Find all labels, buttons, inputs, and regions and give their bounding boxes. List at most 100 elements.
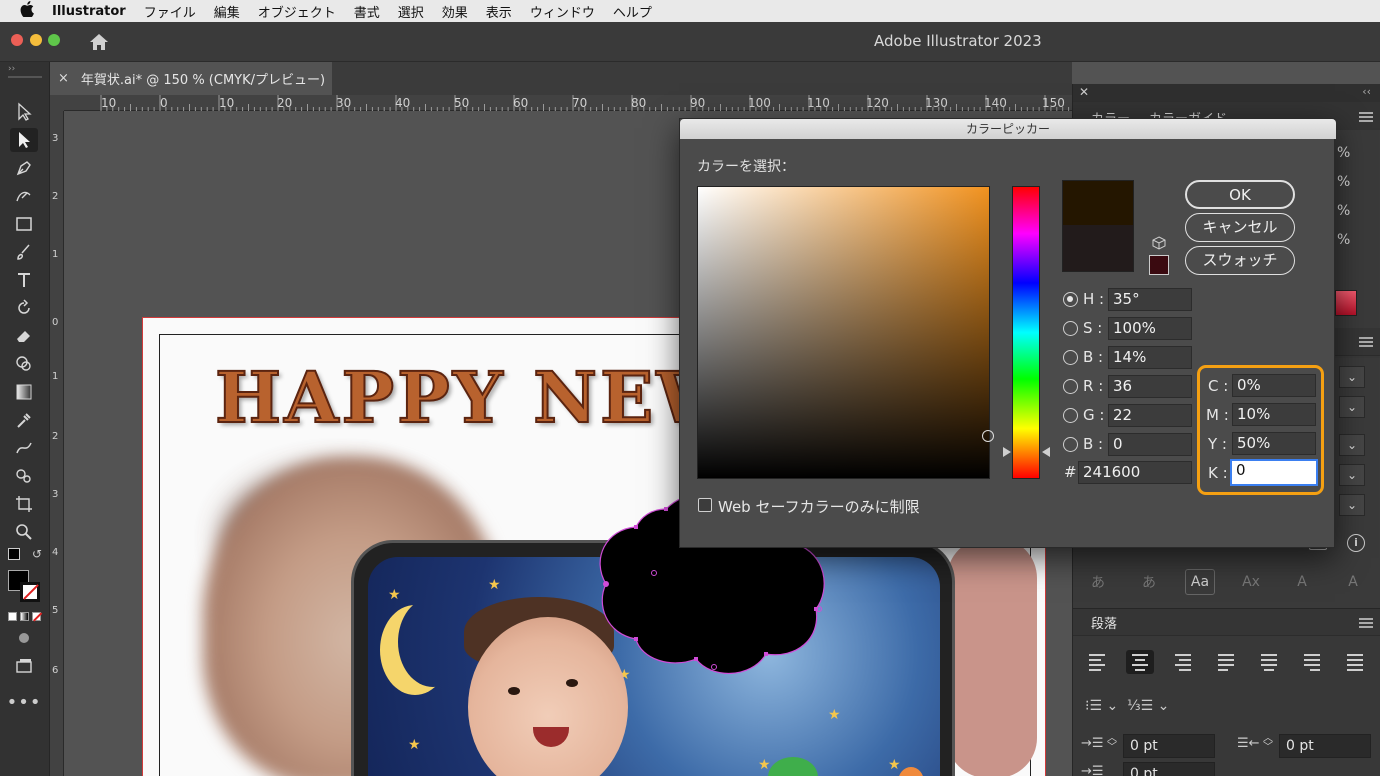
dropdown-chevron[interactable]: ⌄: [1339, 366, 1365, 388]
menu-object[interactable]: オブジェクト: [258, 2, 336, 21]
glyph-button[interactable]: あ: [1083, 569, 1113, 595]
magenta-field[interactable]: 10%: [1232, 403, 1316, 426]
eraser-tool-icon[interactable]: [10, 324, 38, 348]
menu-type[interactable]: 書式: [354, 2, 380, 21]
cyan-field[interactable]: 0%: [1232, 374, 1316, 397]
minimize-window-button[interactable]: [30, 34, 42, 46]
symbol-sprayer-tool-icon[interactable]: [10, 464, 38, 488]
right-indent-field[interactable]: 0 pt: [1279, 734, 1371, 758]
color-field-cursor[interactable]: [982, 430, 994, 442]
hue-radio[interactable]: [1063, 292, 1078, 307]
close-window-button[interactable]: [11, 34, 23, 46]
selection-tool-icon[interactable]: [10, 100, 38, 124]
paragraph-panel-header[interactable]: 段落: [1073, 608, 1380, 636]
original-color-preview[interactable]: [1062, 225, 1134, 272]
align-right-icon[interactable]: [1169, 650, 1197, 674]
toolbar-collapse-icon[interactable]: ››: [8, 64, 15, 74]
horizontal-ruler[interactable]: 10 0 10 20 30 40 50 60 70 80 90 100 110 …: [64, 95, 1072, 111]
curvature-tool-icon[interactable]: [10, 184, 38, 208]
artboard-tool-icon[interactable]: [10, 492, 38, 516]
menu-effect[interactable]: 効果: [442, 2, 468, 21]
pen-tool-icon[interactable]: [10, 156, 38, 180]
screen-mode-icon[interactable]: [10, 654, 38, 678]
document-tab[interactable]: × 年賀状.ai* @ 150 % (CMYK/プレビュー): [50, 62, 332, 95]
justify-right-icon[interactable]: [1298, 650, 1326, 674]
blue-radio[interactable]: [1063, 437, 1078, 452]
zoom-tool-icon[interactable]: [10, 520, 38, 544]
glyph-button[interactable]: A: [1338, 569, 1368, 595]
left-indent-field[interactable]: 0 pt: [1123, 734, 1215, 758]
saturation-radio[interactable]: [1063, 321, 1078, 336]
gamut-warning-swatch[interactable]: [1149, 255, 1169, 275]
align-center-icon[interactable]: [1126, 650, 1154, 674]
menu-help[interactable]: ヘルプ: [613, 2, 652, 21]
rectangle-tool-icon[interactable]: [10, 212, 38, 236]
glyph-button[interactable]: Aa: [1185, 569, 1215, 595]
yellow-field[interactable]: 50%: [1232, 432, 1316, 455]
red-radio[interactable]: [1063, 379, 1078, 394]
red-field[interactable]: 36: [1108, 375, 1192, 398]
hue-slider[interactable]: [1012, 186, 1040, 479]
close-tab-icon[interactable]: ×: [58, 71, 69, 86]
info-icon[interactable]: i: [1347, 534, 1365, 552]
hue-slider-handle-right[interactable]: [1042, 447, 1050, 457]
vertical-ruler[interactable]: 3 2 1 0 1 2 3 4 5 6: [50, 111, 64, 776]
first-line-indent-field[interactable]: 0 pt: [1123, 762, 1215, 776]
hue-field[interactable]: 35°: [1108, 288, 1192, 311]
blend-tool-icon[interactable]: [10, 436, 38, 460]
paintbrush-tool-icon[interactable]: [10, 240, 38, 264]
type-tool-icon[interactable]: [10, 268, 38, 292]
home-icon[interactable]: [88, 31, 110, 53]
numbered-list-icon[interactable]: ⅓☰ ⌄: [1127, 698, 1169, 714]
cancel-button[interactable]: キャンセル: [1185, 213, 1295, 242]
saturation-field[interactable]: 100%: [1108, 317, 1192, 340]
menu-window[interactable]: ウィンドウ: [530, 2, 595, 21]
toolbar-grip[interactable]: [8, 76, 42, 78]
color-mode-icon[interactable]: [8, 612, 17, 621]
glyph-button[interactable]: Ax: [1236, 569, 1266, 595]
panel-menu-icon[interactable]: [1359, 618, 1373, 628]
web-safe-checkbox[interactable]: [698, 498, 712, 512]
menu-app-name[interactable]: Illustrator: [52, 4, 126, 19]
color-swatch[interactable]: [1335, 290, 1357, 316]
panel-menu-icon[interactable]: [1359, 337, 1373, 347]
align-left-icon[interactable]: [1083, 650, 1111, 674]
dropdown-chevron[interactable]: ⌄: [1339, 434, 1365, 456]
black-field[interactable]: 0: [1230, 459, 1318, 486]
dropdown-chevron[interactable]: ⌄: [1339, 494, 1365, 516]
bullet-list-icon[interactable]: ⁝☰ ⌄: [1085, 698, 1118, 714]
brightness-field[interactable]: 14%: [1108, 346, 1192, 369]
menu-select[interactable]: 選択: [398, 2, 424, 21]
left-indent-stepper[interactable]: ︿ ﹀: [1107, 734, 1117, 753]
justify-all-icon[interactable]: [1341, 650, 1369, 674]
gradient-mode-icon[interactable]: [20, 612, 29, 621]
more-tools-icon[interactable]: •••: [7, 690, 41, 714]
dropdown-chevron[interactable]: ⌄: [1339, 464, 1365, 486]
hue-slider-handle-left[interactable]: [1003, 447, 1011, 457]
green-radio[interactable]: [1063, 408, 1078, 423]
ruler-origin[interactable]: [50, 95, 64, 111]
glyph-button[interactable]: A: [1287, 569, 1317, 595]
right-indent-stepper[interactable]: ︿ ﹀: [1263, 734, 1273, 753]
glyph-button[interactable]: あ: [1134, 569, 1164, 595]
justify-left-icon[interactable]: [1212, 650, 1240, 674]
close-dock-icon[interactable]: ✕: [1079, 85, 1089, 99]
gradient-tool-icon[interactable]: [10, 380, 38, 404]
zoom-window-button[interactable]: [48, 34, 60, 46]
direct-selection-tool-icon[interactable]: [10, 128, 38, 152]
headline-text[interactable]: HAPPY NEW: [214, 355, 738, 440]
menu-file[interactable]: ファイル: [144, 2, 196, 21]
justify-center-icon[interactable]: [1255, 650, 1283, 674]
collapse-dock-icon[interactable]: ‹‹: [1362, 85, 1371, 98]
panel-menu-icon[interactable]: [1359, 112, 1373, 122]
draw-mode-icon[interactable]: [10, 626, 38, 650]
default-colors-icon[interactable]: [8, 548, 20, 560]
green-field[interactable]: 22: [1108, 404, 1192, 427]
blue-field[interactable]: 0: [1108, 433, 1192, 456]
brightness-radio[interactable]: [1063, 350, 1078, 365]
dropdown-chevron[interactable]: ⌄: [1339, 396, 1365, 418]
ok-button[interactable]: OK: [1185, 180, 1295, 209]
shape-builder-tool-icon[interactable]: [10, 352, 38, 376]
swap-colors-icon[interactable]: ↺: [32, 547, 42, 561]
hex-field[interactable]: 241600: [1078, 461, 1192, 484]
